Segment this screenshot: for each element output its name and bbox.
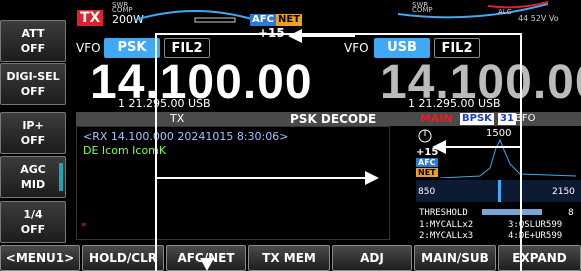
arrow-head-top xyxy=(288,29,302,43)
tx-indicator: TX xyxy=(77,10,104,26)
vfo-main-label: VFO xyxy=(76,41,101,55)
ipplus-value: OFF xyxy=(20,134,46,147)
digisel-button[interactable]: DIGI-SEL OFF xyxy=(0,63,66,105)
decode-de-line: DE Icom IcomK xyxy=(83,144,167,157)
agc-value: MID xyxy=(20,178,46,191)
agc-indicator xyxy=(59,163,63,191)
agc-title: AGC xyxy=(20,163,46,176)
att-title: ATT xyxy=(21,27,45,40)
quarter-button[interactable]: 1/4 OFF xyxy=(0,201,66,243)
ipplus-button[interactable]: IP+ OFF xyxy=(0,112,66,154)
callout-arrow-pane xyxy=(440,146,522,148)
hold-clr-button[interactable]: HOLD/CLR xyxy=(82,245,164,271)
meter-arc-left xyxy=(135,10,255,23)
scale-high: 2150 xyxy=(552,187,575,197)
mode-psk-button[interactable]: PSK xyxy=(104,38,160,58)
net-indicator: NET xyxy=(276,14,303,26)
quarter-value: OFF xyxy=(20,223,46,236)
decode-input-marker: * xyxy=(81,220,87,233)
digisel-title: DIGI-SEL xyxy=(6,70,60,83)
meter-comp-label-right: COMP xyxy=(412,6,433,14)
agc-button[interactable]: AGC MID xyxy=(0,156,66,198)
arrow-head-pane xyxy=(432,140,446,154)
ipplus-title: IP+ xyxy=(22,119,44,132)
att-value: OFF xyxy=(20,42,46,55)
threshold-value: 8 xyxy=(568,208,574,218)
radio-screen: ATT OFF DIGI-SEL OFF IP+ OFF AGC MID 1/4… xyxy=(0,0,581,271)
callout-arrow-mid xyxy=(155,177,370,179)
meter-scale-right: 44 52V Vo xyxy=(518,14,559,23)
quarter-title: 1/4 xyxy=(23,208,43,221)
arrow-head-mid xyxy=(365,171,379,185)
digisel-value: OFF xyxy=(20,85,46,98)
callout-arrow-top xyxy=(295,35,355,37)
meter-alc-label: ALC xyxy=(498,8,512,16)
meter-comp-label: COMP xyxy=(112,6,133,14)
arrow-head-bottom xyxy=(200,258,214,271)
menu1-button[interactable]: <MENU1> xyxy=(0,245,80,271)
afc-indicator: AFC xyxy=(250,14,276,26)
callout-frame xyxy=(155,33,522,271)
att-button[interactable]: ATT OFF xyxy=(0,20,66,62)
